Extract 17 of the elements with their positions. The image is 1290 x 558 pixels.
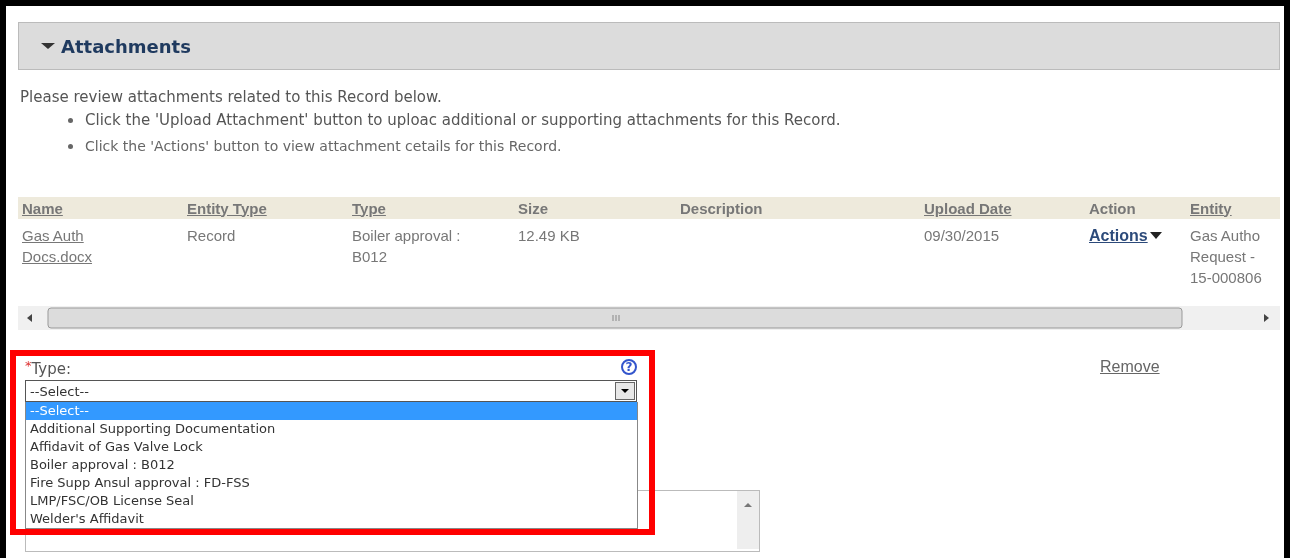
table-cell-text: Record bbox=[187, 226, 236, 246]
table-cell-text: Gas Autho bbox=[1190, 226, 1261, 246]
table-cell-text: Request - bbox=[1190, 247, 1256, 267]
intro-text: Please review attachments related to this Record below. bbox=[19, 87, 443, 107]
instruction-text: Click the 'Upload Attachment' button to uploac additional or supporting attachments for this Record. bbox=[85, 111, 841, 129]
column-header: Size bbox=[517, 199, 548, 217]
table-cell-text: B012 bbox=[352, 247, 388, 267]
table-cell-text: Boiler approval : bbox=[352, 226, 461, 246]
required-marker: * bbox=[25, 358, 32, 373]
table-cell-text: 15-000806 bbox=[1190, 268, 1262, 288]
table-cell-text: 12.49 KB bbox=[518, 226, 580, 246]
field-label: Type: bbox=[31, 360, 71, 378]
section-title: Attachments bbox=[61, 35, 191, 57]
instruction-text: Click the 'Actions' button to view attachment cetails for this Record. bbox=[85, 138, 562, 154]
table-cell-text: 09/30/2015 bbox=[924, 226, 1000, 246]
column-header: Action bbox=[1088, 199, 1136, 217]
column-header: Description bbox=[679, 199, 763, 217]
